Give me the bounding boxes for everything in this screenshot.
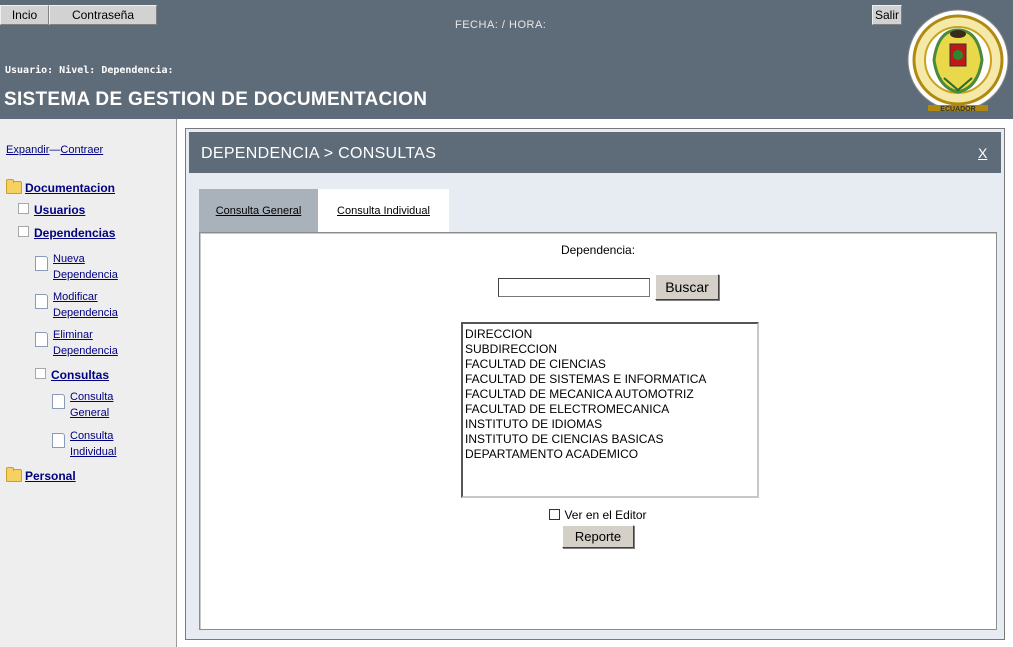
salir-button[interactable]: Salir <box>872 5 902 25</box>
dependencia-label: Dependencia: <box>560 243 636 257</box>
tree-label-consulta[interactable]: Consulta <box>70 389 113 405</box>
tree-label-documentacion[interactable]: Documentacion <box>25 181 115 195</box>
page-title: DEPENDENCIA > CONSULTAS <box>201 145 437 162</box>
inicio-button[interactable]: Incio <box>0 5 49 25</box>
close-button[interactable]: X <box>978 145 987 161</box>
list-item[interactable]: INSTITUTO DE CIENCIAS BASICAS <box>465 432 755 447</box>
list-item[interactable]: DEPARTAMENTO ACADEMICO <box>465 447 755 462</box>
app-header: Incio Contraseña FECHA: / HORA: Salir Us… <box>0 0 1013 119</box>
tree-label-nueva-dependencia[interactable]: Dependencia <box>53 267 118 283</box>
report-button[interactable]: Reporte <box>562 525 634 548</box>
tree-label-modificar[interactable]: Modificar <box>53 289 118 305</box>
main-header: DEPENDENCIA > CONSULTAS X <box>189 132 1001 173</box>
tree-label-nueva[interactable]: Nueva <box>53 251 118 267</box>
list-item[interactable]: FACULTAD DE ELECTROMECANICA <box>465 402 755 417</box>
tree-item-consulta-general[interactable]: Consulta General <box>52 389 113 421</box>
app-title: SISTEMA DE GESTION DE DOCUMENTACION <box>4 89 428 110</box>
tree-item-documentacion[interactable]: Documentacion <box>6 179 115 195</box>
list-item[interactable]: SUBDIRECCION <box>465 342 755 357</box>
expand-collapse: Expandir—Contraer <box>6 144 103 156</box>
tree-label-eliminar-dependencia[interactable]: Dependencia <box>53 343 118 359</box>
tree-label-general[interactable]: General <box>70 405 113 421</box>
tree-item-modificar-dependencia[interactable]: Modificar Dependencia <box>35 289 118 321</box>
tree-label-modificar-dependencia[interactable]: Dependencia <box>53 305 118 321</box>
folder-icon <box>6 467 22 482</box>
tree-label-personal[interactable]: Personal <box>25 469 76 483</box>
document-icon <box>35 256 48 271</box>
list-item[interactable]: DIRECCION <box>465 327 755 342</box>
content-panel: Dependencia: Buscar DIRECCION SUBDIRECCI… <box>199 232 997 630</box>
ver-editor-option: Ver en el Editor <box>200 508 996 522</box>
tree-item-nueva-dependencia[interactable]: Nueva Dependencia <box>35 251 118 283</box>
list-item[interactable]: FACULTAD DE CIENCIAS <box>465 357 755 372</box>
expand-collapse-separator: — <box>49 144 61 156</box>
institution-seal-logo: ECUADOR <box>904 0 1013 119</box>
main-panel: DEPENDENCIA > CONSULTAS X Consulta Gener… <box>185 128 1005 640</box>
expanded-node-icon <box>18 226 29 237</box>
sidebar: Expandir—Contraer Documentacion Usuarios… <box>0 119 177 647</box>
date-time-label: FECHA: / HORA: <box>455 19 547 31</box>
dependencia-listbox[interactable]: DIRECCION SUBDIRECCION FACULTAD DE CIENC… <box>461 322 759 498</box>
document-icon <box>35 332 48 347</box>
tree-item-personal[interactable]: Personal <box>6 467 76 483</box>
tree-item-consultas[interactable]: Consultas <box>35 368 109 382</box>
search-button[interactable]: Buscar <box>655 274 719 300</box>
tree-label-consulta[interactable]: Consulta <box>70 428 116 444</box>
expanded-node-icon <box>35 368 46 379</box>
document-icon <box>52 394 65 409</box>
password-button[interactable]: Contraseña <box>49 5 157 25</box>
list-item[interactable]: INSTITUTO DE IDIOMAS <box>465 417 755 432</box>
tree-label-eliminar[interactable]: Eliminar <box>53 327 118 343</box>
collapsed-node-icon <box>18 203 29 214</box>
user-info-line: Usuario: Nivel: Dependencia: <box>5 65 174 76</box>
svg-text:ECUADOR: ECUADOR <box>940 106 975 113</box>
list-item[interactable]: FACULTAD DE SISTEMAS E INFORMATICA <box>465 372 755 387</box>
tree-label-consultas[interactable]: Consultas <box>51 368 109 382</box>
list-item[interactable]: FACULTAD DE MECANICA AUTOMOTRIZ <box>465 387 755 402</box>
tab-consulta-individual[interactable]: Consulta Individual <box>318 189 449 232</box>
tree-item-consulta-individual[interactable]: Consulta Individual <box>52 428 116 460</box>
document-icon <box>52 433 65 448</box>
expand-link[interactable]: Expandir <box>6 144 49 156</box>
tree-item-dependencias[interactable]: Dependencias <box>18 226 115 240</box>
ver-editor-label: Ver en el Editor <box>564 508 647 522</box>
tree-item-usuarios[interactable]: Usuarios <box>18 203 85 217</box>
folder-icon <box>6 179 22 194</box>
collapse-link[interactable]: Contraer <box>60 144 103 156</box>
search-input[interactable] <box>498 278 650 297</box>
ver-editor-checkbox[interactable] <box>549 509 561 520</box>
tree-item-eliminar-dependencia[interactable]: Eliminar Dependencia <box>35 327 118 359</box>
tab-consulta-general[interactable]: Consulta General <box>199 189 318 232</box>
document-icon <box>35 294 48 309</box>
tree-label-dependencias[interactable]: Dependencias <box>34 226 115 240</box>
tree-label-usuarios[interactable]: Usuarios <box>34 203 85 217</box>
tree-label-individual[interactable]: Individual <box>70 444 116 460</box>
